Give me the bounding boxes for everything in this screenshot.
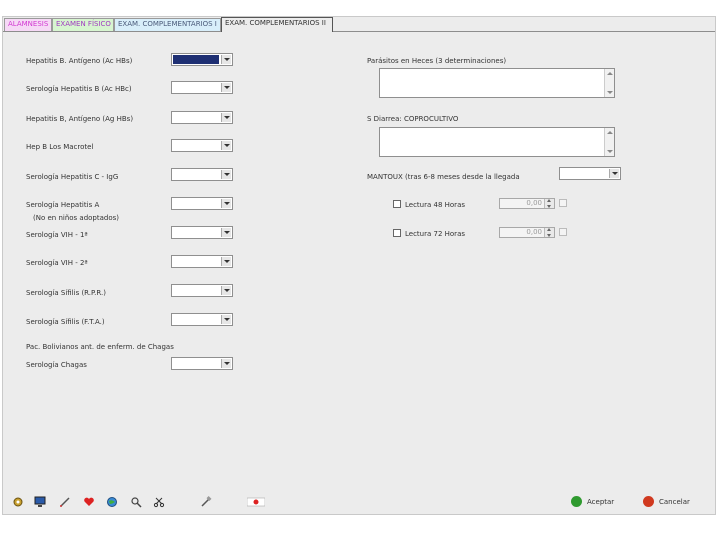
dropdown-arrow-icon[interactable] (221, 228, 231, 237)
cancel-button[interactable]: Cancelar (643, 494, 703, 510)
dropdown-arrow-icon[interactable] (221, 257, 231, 266)
hep-b-acHBs-select[interactable] (171, 53, 233, 66)
sifilis-rpr-label: Serología Sífilis (R.P.R.) (26, 289, 106, 297)
globe-icon[interactable] (106, 496, 118, 508)
hep-c-igg-label: Serología Hepatitis C - IgG (26, 173, 119, 181)
form-window: ALAMNESIS EXAMEN FÍSICO EXAM. COMPLEMENT… (2, 16, 716, 515)
tab-exam-complementarios-2-label: EXAM. COMPLEMENTARIOS II (225, 19, 326, 27)
coprocultivo-label: S Diarrea: COPROCULTIVO (367, 115, 459, 123)
dropdown-arrow-icon[interactable] (221, 286, 231, 295)
dropdown-arrow-icon[interactable] (221, 359, 231, 368)
lectura-72-value: 0,00 (526, 228, 542, 236)
tools-icon[interactable] (200, 496, 212, 508)
tab-exam-complementarios-1[interactable]: EXAM. COMPLEMENTARIOS I (114, 18, 221, 31)
hep-b-macrotel-label: Hep B Los Macrotel (26, 143, 94, 151)
scroll-up-icon[interactable] (607, 72, 613, 75)
magnifier-icon[interactable] (130, 496, 142, 508)
heart-icon[interactable] (83, 496, 95, 508)
scroll-down-icon[interactable] (607, 91, 613, 94)
flag-icon[interactable] (247, 496, 265, 508)
hep-b-agHBs-label: Hepatitis B, Antígeno (Ag HBs) (26, 115, 134, 123)
vih-1-label: Serología VIH - 1ª (26, 231, 88, 239)
textarea-scrollbar[interactable] (604, 128, 614, 156)
cancel-icon (643, 496, 654, 507)
lectura-72-spinner[interactable]: 0,00 (499, 227, 555, 238)
settings-icon[interactable] (12, 496, 24, 508)
vih-2-label: Serología VIH - 2ª (26, 259, 88, 267)
accept-label: Aceptar (587, 498, 615, 506)
tab-bar: ALAMNESIS EXAMEN FÍSICO EXAM. COMPLEMENT… (3, 17, 715, 32)
monitor-icon[interactable] (34, 496, 46, 508)
sifilis-fta-label: Serología Sífilis (F.T.A.) (26, 318, 105, 326)
hep-c-igg-select[interactable] (171, 168, 233, 181)
mantoux-select[interactable] (559, 167, 621, 180)
chagas-label: Serología Chagas (26, 361, 87, 369)
tab-underline (3, 31, 715, 32)
coprocultivo-textarea[interactable] (379, 127, 615, 157)
sifilis-fta-select[interactable] (171, 313, 233, 326)
dropdown-arrow-icon[interactable] (609, 169, 619, 178)
scroll-up-icon[interactable] (607, 131, 613, 134)
hep-a-sublabel: (No en niños adoptados) (33, 214, 120, 222)
tab-examen-fisico[interactable]: EXAMEN FÍSICO (52, 18, 114, 31)
parasites-textarea[interactable] (379, 68, 615, 98)
vih-1-select[interactable] (171, 226, 233, 239)
hep-b-macrotel-select[interactable] (171, 139, 233, 152)
spin-arrows-icon[interactable] (544, 228, 554, 237)
hep-a-label: Serología Hepatitis A (26, 201, 100, 209)
bottom-toolbar: Aceptar Cancelar (3, 489, 715, 515)
lectura-48-flag[interactable] (559, 199, 567, 207)
tab-alamnesis[interactable]: ALAMNESIS (4, 18, 52, 31)
lectura-48-spinner[interactable]: 0,00 (499, 198, 555, 209)
dropdown-arrow-icon[interactable] (221, 83, 231, 92)
lectura-72-checkbox[interactable] (393, 229, 401, 237)
selected-value (173, 55, 219, 64)
tab-alamnesis-label: ALAMNESIS (8, 20, 49, 28)
chagas-header: Pac. Bolivianos ant. de enferm. de Chaga… (26, 343, 174, 351)
spin-arrows-icon[interactable] (544, 199, 554, 208)
hep-a-select[interactable] (171, 197, 233, 210)
lectura-48-label: Lectura 48 Horas (405, 201, 465, 209)
tab-exam-complementarios-2[interactable]: EXAM. COMPLEMENTARIOS II (221, 17, 333, 32)
hep-b-acHBc-label: Serología Hepatitis B (Ac HBc) (26, 85, 132, 93)
dropdown-arrow-icon[interactable] (221, 199, 231, 208)
dropdown-arrow-icon[interactable] (221, 55, 231, 64)
parasites-label: Parásitos en Heces (3 determinaciones) (367, 57, 507, 65)
hep-b-acHBc-select[interactable] (171, 81, 233, 94)
tab-examen-fisico-label: EXAMEN FÍSICO (56, 20, 111, 28)
scroll-down-icon[interactable] (607, 150, 613, 153)
accept-icon (571, 496, 582, 507)
hep-b-acHBs-label: Hepatitis B. Antígeno (Ac HBs) (26, 57, 133, 65)
scissors-icon[interactable] (153, 496, 165, 508)
lectura-48-checkbox[interactable] (393, 200, 401, 208)
lectura-48-value: 0,00 (526, 199, 542, 207)
dropdown-arrow-icon[interactable] (221, 170, 231, 179)
mantoux-label: MANTOUX (tras 6-8 meses desde la llegada (367, 173, 520, 181)
hep-b-agHBs-select[interactable] (171, 111, 233, 124)
sifilis-rpr-select[interactable] (171, 284, 233, 297)
dropdown-arrow-icon[interactable] (221, 141, 231, 150)
lectura-72-flag[interactable] (559, 228, 567, 236)
cancel-label: Cancelar (659, 498, 690, 506)
vih-2-select[interactable] (171, 255, 233, 268)
textarea-scrollbar[interactable] (604, 69, 614, 97)
lectura-72-label: Lectura 72 Horas (405, 230, 465, 238)
chagas-select[interactable] (171, 357, 233, 370)
pen-icon[interactable] (59, 496, 71, 508)
dropdown-arrow-icon[interactable] (221, 113, 231, 122)
tab-exam-complementarios-1-label: EXAM. COMPLEMENTARIOS I (118, 20, 217, 28)
dropdown-arrow-icon[interactable] (221, 315, 231, 324)
accept-button[interactable]: Aceptar (571, 494, 631, 510)
